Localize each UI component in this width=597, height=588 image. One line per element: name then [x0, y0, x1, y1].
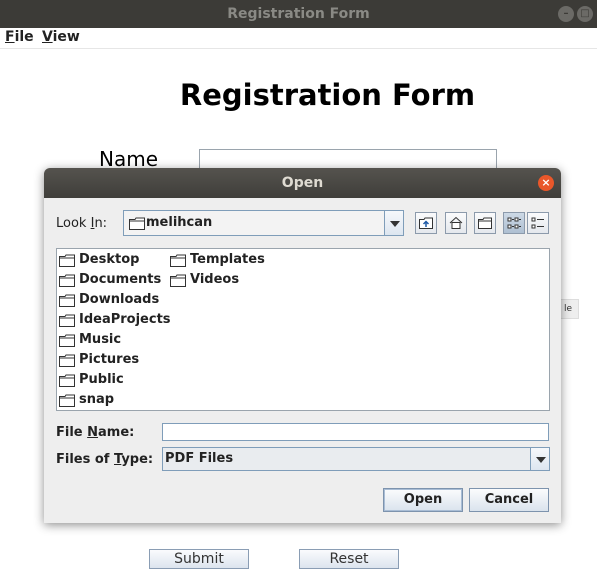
name-input[interactable]	[199, 149, 497, 170]
folder-icon	[59, 394, 75, 407]
file-list[interactable]: Desktop Documents Downloads IdeaProjects Mus…	[56, 248, 550, 411]
minimize-icon[interactable]: –	[558, 6, 574, 22]
list-view-icon	[507, 217, 521, 229]
file-list-item-label: Music	[79, 332, 122, 347]
file-name-label: File Name:	[56, 425, 135, 440]
folder-icon	[59, 294, 75, 307]
file-list-item-label: Public	[79, 372, 124, 387]
folder-icon	[170, 254, 186, 267]
look-in-value: melihcan	[146, 215, 213, 230]
file-list-item-label: IdeaProjects	[79, 312, 171, 327]
folder-icon	[170, 274, 186, 287]
open-dialog: Open × Look In: melihcan Desktop Document…	[44, 168, 561, 523]
window-title-bar: Registration Form – □	[0, 0, 597, 28]
window-title: Registration Form	[227, 6, 370, 22]
menu-bar: File View	[0, 28, 597, 49]
look-in-label: Look In:	[56, 216, 108, 231]
file-list-item-label: Videos	[190, 272, 240, 287]
file-type-combo[interactable]: PDF Files	[162, 447, 550, 471]
file-list-item-label: Documents	[79, 272, 162, 287]
chevron-down-icon[interactable]	[530, 448, 549, 470]
reset-button[interactable]: Reset	[299, 549, 399, 569]
new-folder-button[interactable]	[474, 212, 496, 234]
folder-icon	[59, 334, 75, 347]
maximize-icon[interactable]: □	[577, 6, 593, 22]
submit-button[interactable]: Submit	[149, 549, 249, 569]
file-list-item-label: Downloads	[79, 292, 160, 307]
file-type-label: Files of Type:	[56, 452, 154, 467]
file-list-item-label: Templates	[190, 252, 265, 267]
dialog-title: Open	[281, 175, 324, 191]
home-icon	[449, 216, 463, 229]
folder-icon	[59, 254, 75, 267]
file-list-item-label: Desktop	[79, 252, 140, 267]
up-one-level-button[interactable]	[415, 212, 437, 234]
menu-view[interactable]: View	[42, 29, 80, 45]
file-name-input[interactable]	[162, 423, 549, 441]
folder-icon	[59, 374, 75, 387]
home-button[interactable]	[445, 212, 467, 234]
dialog-title-bar: Open ×	[44, 168, 561, 198]
open-button[interactable]: Open	[383, 488, 463, 512]
look-in-combo[interactable]: melihcan	[123, 210, 404, 236]
cancel-button[interactable]: Cancel	[469, 488, 549, 512]
menu-file[interactable]: File	[5, 29, 34, 45]
form-heading: Registration Form	[179, 78, 476, 112]
close-icon[interactable]: ×	[538, 175, 554, 191]
details-view-icon	[531, 217, 544, 229]
new-folder-icon	[478, 217, 492, 229]
folder-icon	[129, 217, 145, 230]
folder-icon	[59, 274, 75, 287]
folder-icon	[59, 314, 75, 327]
chevron-down-icon[interactable]	[384, 211, 403, 235]
up-one-level-icon	[419, 217, 433, 229]
details-view-button[interactable]	[527, 212, 549, 234]
folder-icon	[59, 354, 75, 367]
file-list-item-label: snap	[79, 392, 115, 407]
file-type-value: PDF Files	[165, 451, 234, 466]
list-view-button[interactable]	[503, 212, 525, 234]
file-list-item-label: Pictures	[79, 352, 140, 367]
